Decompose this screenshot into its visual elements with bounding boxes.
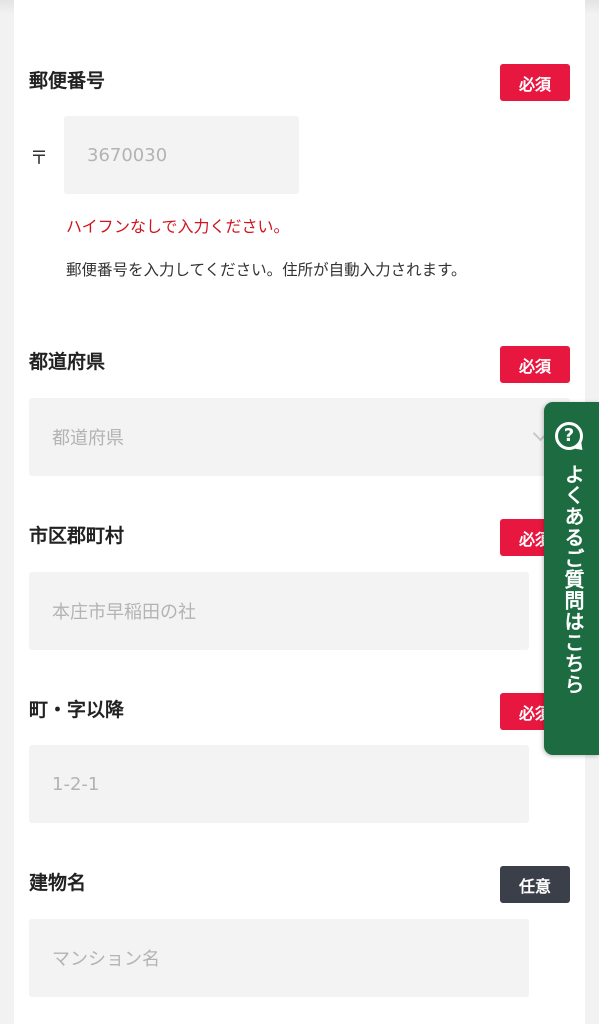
prefecture-select-value: 都道府県 xyxy=(52,428,124,449)
building-label: 建物名 xyxy=(29,872,87,894)
building-optional-badge: 任意 xyxy=(500,866,570,903)
prefecture-required-badge: 必須 xyxy=(500,346,570,383)
building-input[interactable]: マンション名 xyxy=(29,919,529,997)
postal-error-message: ハイフンなしで入力ください。 xyxy=(66,217,290,236)
faq-tab-label: よくあるご質問はこちら xyxy=(561,464,585,695)
postal-mark: 〒 xyxy=(30,148,48,169)
prefecture-select[interactable]: 都道府県 xyxy=(29,398,570,476)
postal-help-text: 郵便番号を入力してください。住所が自動入力されます。 xyxy=(66,261,467,279)
city-input[interactable]: 本庄市早稲田の社 xyxy=(29,572,529,650)
postal-required-badge: 必須 xyxy=(500,64,570,101)
postal-code-input[interactable]: 3670030 xyxy=(64,116,299,194)
question-bubble-icon: ? xyxy=(555,422,583,450)
street-label: 町・字以降 xyxy=(29,699,125,721)
prefecture-label: 都道府県 xyxy=(29,351,106,373)
city-label: 市区郡町村 xyxy=(29,525,125,547)
street-input[interactable]: 1-2-1 xyxy=(29,745,529,823)
postal-code-label: 郵便番号 xyxy=(29,70,106,92)
faq-tab[interactable]: ? よくあるご質問はこちら xyxy=(544,402,599,755)
